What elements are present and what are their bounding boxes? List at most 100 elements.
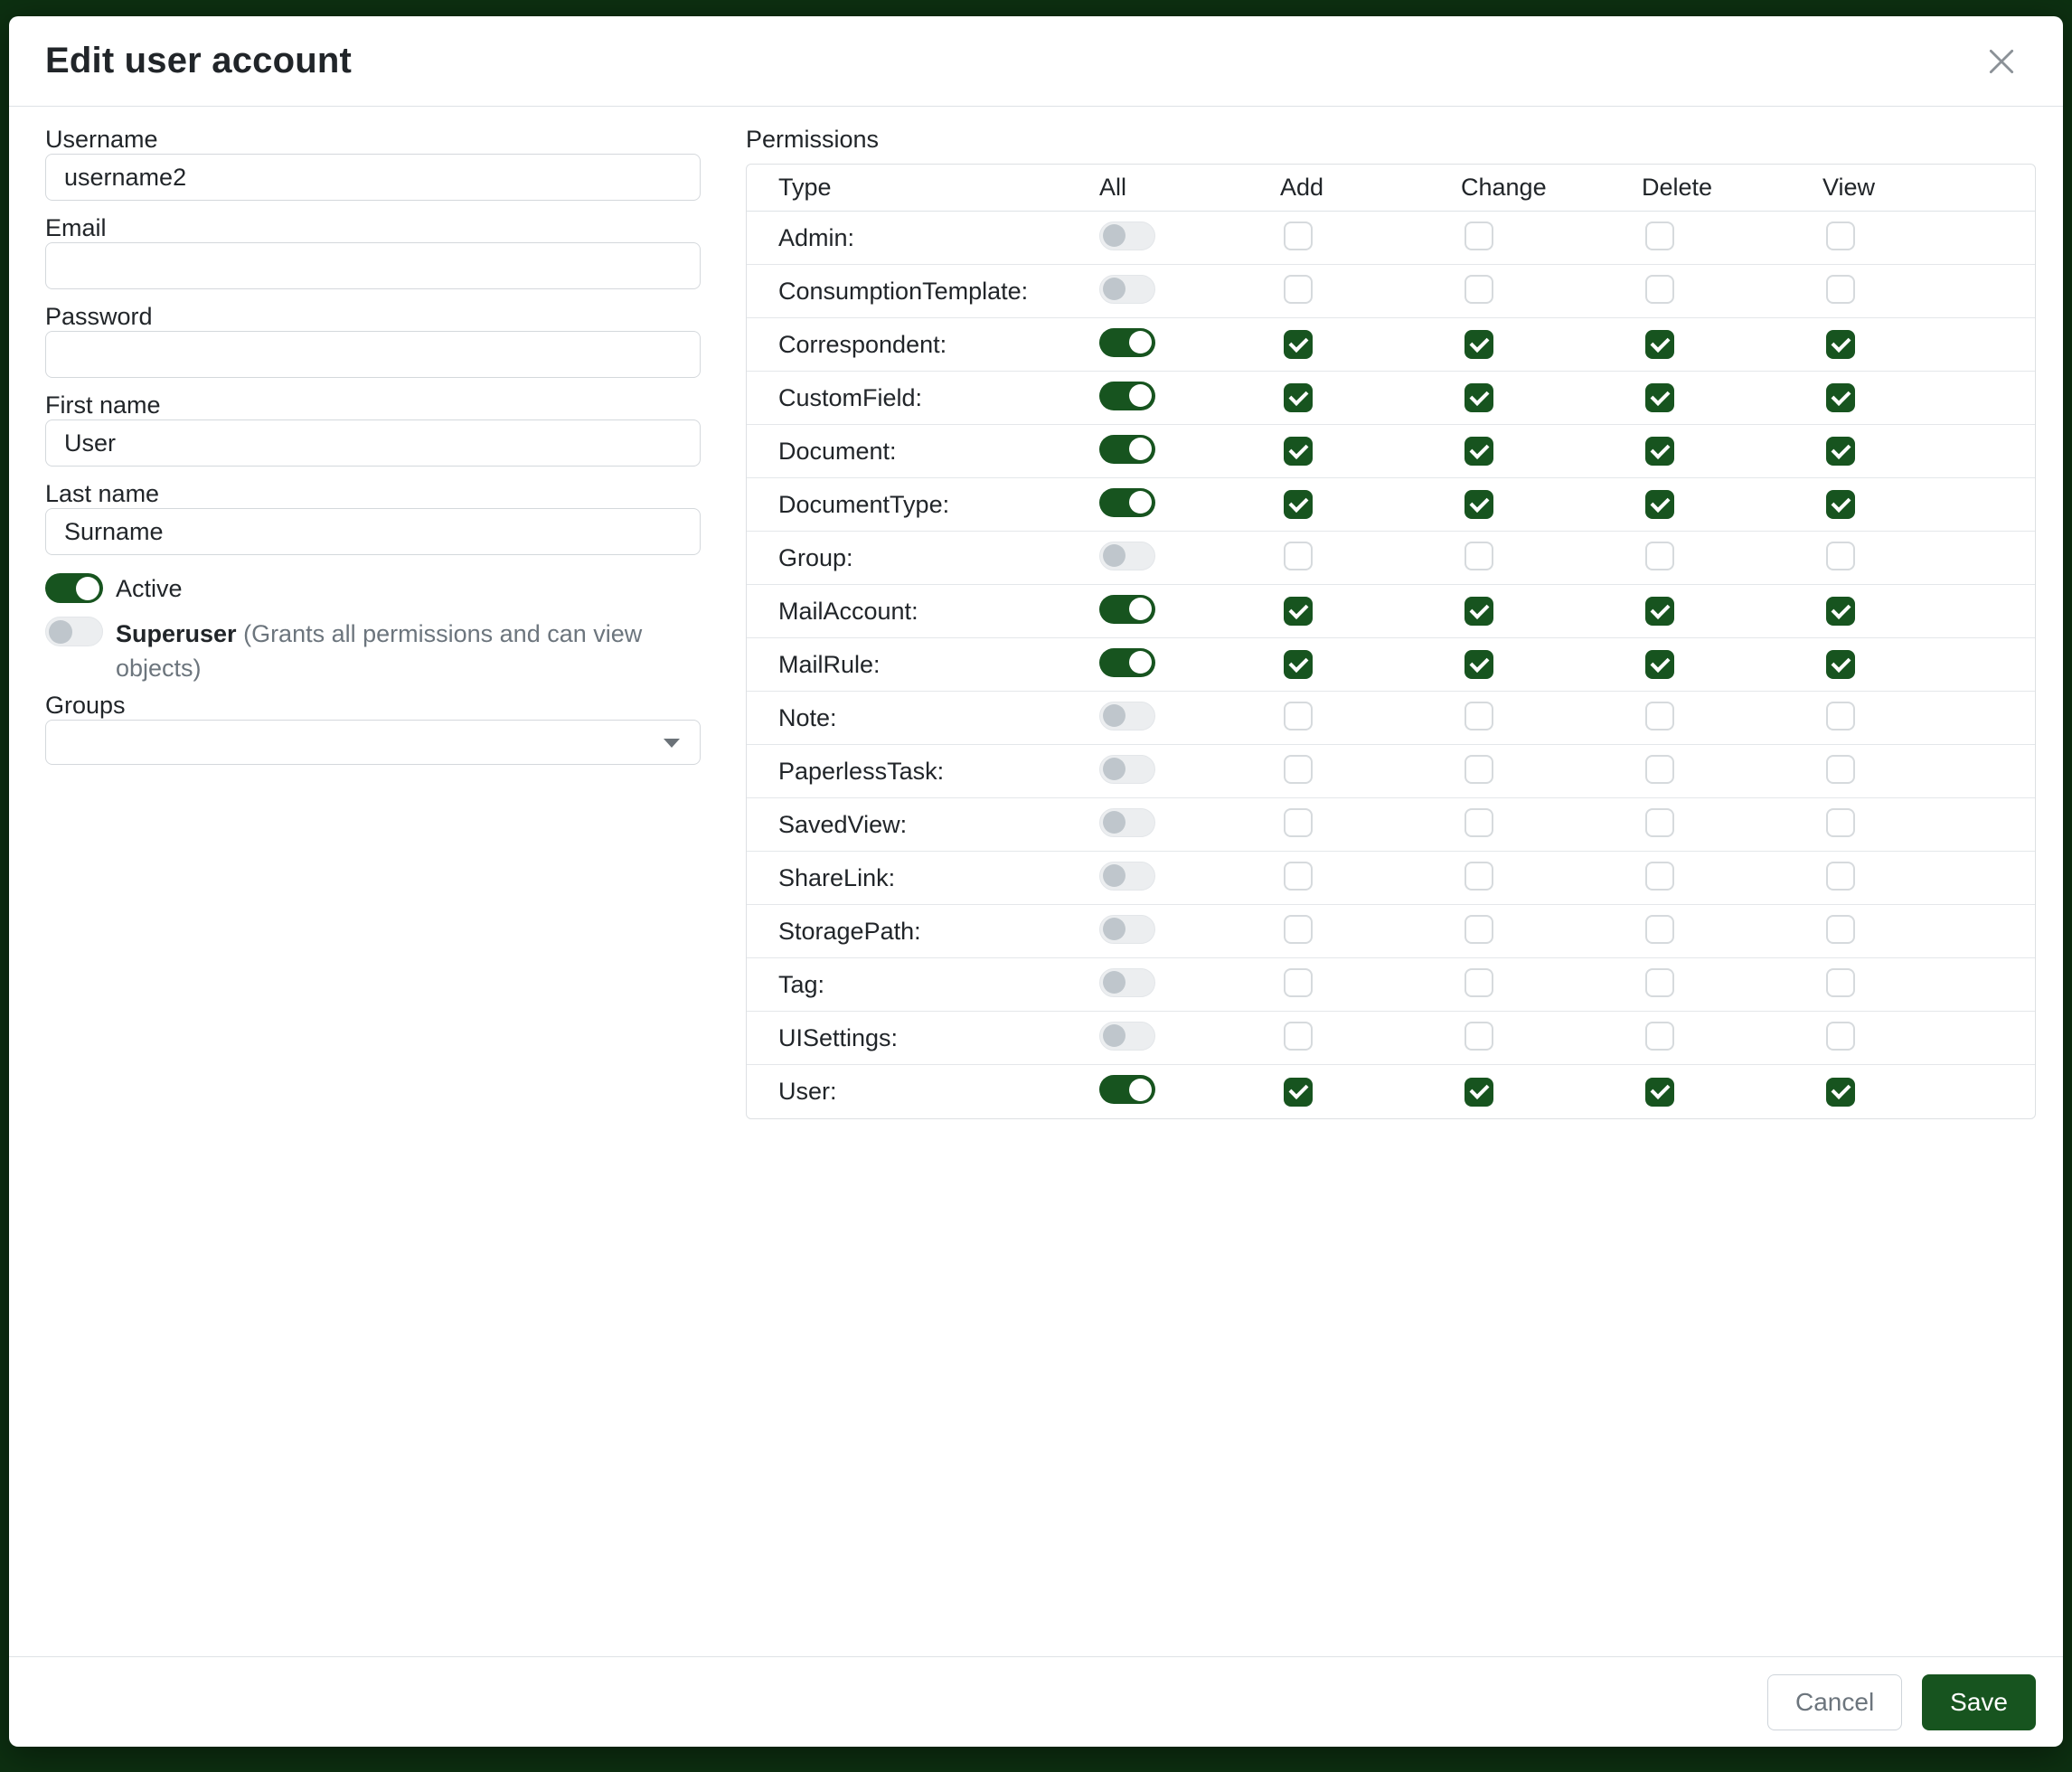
- close-icon-glyph: [1983, 43, 2020, 80]
- permission-delete-checkbox[interactable]: [1645, 702, 1674, 730]
- permission-view-checkbox[interactable]: [1826, 862, 1855, 891]
- permission-all-toggle[interactable]: [1099, 648, 1155, 677]
- permission-delete-checkbox[interactable]: [1645, 597, 1674, 626]
- permission-add-checkbox[interactable]: [1284, 968, 1313, 997]
- permission-change-checkbox[interactable]: [1465, 968, 1493, 997]
- permission-all-toggle[interactable]: [1099, 435, 1155, 464]
- permission-change-checkbox[interactable]: [1465, 915, 1493, 944]
- permission-add-checkbox[interactable]: [1284, 437, 1313, 466]
- cancel-button[interactable]: Cancel: [1767, 1674, 1902, 1730]
- last-name-field[interactable]: [45, 508, 701, 555]
- permission-delete-checkbox[interactable]: [1645, 542, 1674, 570]
- permission-change-checkbox[interactable]: [1465, 862, 1493, 891]
- permission-delete-checkbox[interactable]: [1645, 222, 1674, 250]
- permission-all-toggle[interactable]: [1099, 275, 1155, 304]
- permission-all-toggle[interactable]: [1099, 382, 1155, 410]
- permission-add-checkbox[interactable]: [1284, 490, 1313, 519]
- permission-all-toggle[interactable]: [1099, 1022, 1155, 1051]
- permission-change-checkbox[interactable]: [1465, 330, 1493, 359]
- permission-change-checkbox[interactable]: [1465, 490, 1493, 519]
- permission-add-checkbox[interactable]: [1284, 755, 1313, 784]
- table-row: CustomField:: [747, 372, 2035, 425]
- permission-view-checkbox[interactable]: [1826, 275, 1855, 304]
- permission-add-checkbox[interactable]: [1284, 542, 1313, 570]
- permission-delete-checkbox[interactable]: [1645, 383, 1674, 412]
- permission-view-checkbox[interactable]: [1826, 383, 1855, 412]
- permission-add-checkbox[interactable]: [1284, 597, 1313, 626]
- permission-add-checkbox[interactable]: [1284, 1022, 1313, 1051]
- permission-view-checkbox[interactable]: [1826, 330, 1855, 359]
- permission-view-checkbox[interactable]: [1826, 755, 1855, 784]
- permission-delete-checkbox[interactable]: [1645, 330, 1674, 359]
- permission-add-checkbox[interactable]: [1284, 862, 1313, 891]
- permission-all-toggle[interactable]: [1099, 488, 1155, 517]
- permission-add-checkbox[interactable]: [1284, 915, 1313, 944]
- permission-add-checkbox[interactable]: [1284, 330, 1313, 359]
- permission-view-checkbox[interactable]: [1826, 915, 1855, 944]
- password-field[interactable]: [45, 331, 701, 378]
- permission-add-checkbox[interactable]: [1284, 222, 1313, 250]
- permission-add-checkbox[interactable]: [1284, 275, 1313, 304]
- groups-select[interactable]: [45, 720, 701, 765]
- permission-all-toggle[interactable]: [1099, 328, 1155, 357]
- permission-change-checkbox[interactable]: [1465, 597, 1493, 626]
- first-name-field[interactable]: [45, 419, 701, 467]
- permission-view-checkbox[interactable]: [1826, 1078, 1855, 1107]
- superuser-toggle[interactable]: [45, 617, 103, 646]
- permission-all-toggle[interactable]: [1099, 808, 1155, 837]
- permission-delete-checkbox[interactable]: [1645, 275, 1674, 304]
- permission-view-checkbox[interactable]: [1826, 650, 1855, 679]
- permission-delete-checkbox[interactable]: [1645, 915, 1674, 944]
- permission-all-toggle[interactable]: [1099, 968, 1155, 997]
- permission-all-toggle[interactable]: [1099, 222, 1155, 250]
- permission-delete-checkbox[interactable]: [1645, 437, 1674, 466]
- permission-all-toggle[interactable]: [1099, 595, 1155, 624]
- permission-view-checkbox[interactable]: [1826, 437, 1855, 466]
- permission-delete-checkbox[interactable]: [1645, 490, 1674, 519]
- permission-change-checkbox[interactable]: [1465, 542, 1493, 570]
- permission-delete-checkbox[interactable]: [1645, 862, 1674, 891]
- permission-view-checkbox[interactable]: [1826, 597, 1855, 626]
- permission-all-toggle[interactable]: [1099, 915, 1155, 944]
- email-field[interactable]: [45, 242, 701, 289]
- permission-change-checkbox[interactable]: [1465, 1078, 1493, 1107]
- permission-change-checkbox[interactable]: [1465, 702, 1493, 730]
- permission-view-checkbox[interactable]: [1826, 702, 1855, 730]
- permission-view-checkbox[interactable]: [1826, 808, 1855, 837]
- permission-all-toggle[interactable]: [1099, 862, 1155, 891]
- permission-view-checkbox[interactable]: [1826, 542, 1855, 570]
- permission-delete-checkbox[interactable]: [1645, 650, 1674, 679]
- permission-change-checkbox[interactable]: [1465, 222, 1493, 250]
- permission-view-checkbox[interactable]: [1826, 490, 1855, 519]
- permission-all-toggle[interactable]: [1099, 755, 1155, 784]
- permission-type: Group:: [778, 544, 1099, 572]
- permission-delete-checkbox[interactable]: [1645, 1078, 1674, 1107]
- permission-all-cell: [1099, 1022, 1280, 1055]
- active-toggle[interactable]: [45, 573, 103, 603]
- permission-all-toggle[interactable]: [1099, 1075, 1155, 1104]
- permission-add-checkbox[interactable]: [1284, 808, 1313, 837]
- permission-add-checkbox[interactable]: [1284, 1078, 1313, 1107]
- username-field[interactable]: [45, 154, 701, 201]
- save-button[interactable]: Save: [1922, 1674, 2036, 1730]
- permission-change-checkbox[interactable]: [1465, 1022, 1493, 1051]
- permission-delete-checkbox[interactable]: [1645, 808, 1674, 837]
- permission-delete-checkbox[interactable]: [1645, 968, 1674, 997]
- permission-change-checkbox[interactable]: [1465, 808, 1493, 837]
- permission-view-checkbox[interactable]: [1826, 968, 1855, 997]
- permission-delete-checkbox[interactable]: [1645, 755, 1674, 784]
- permission-change-checkbox[interactable]: [1465, 383, 1493, 412]
- permission-all-toggle[interactable]: [1099, 702, 1155, 730]
- permission-change-checkbox[interactable]: [1465, 650, 1493, 679]
- permission-delete-checkbox[interactable]: [1645, 1022, 1674, 1051]
- permission-change-checkbox[interactable]: [1465, 275, 1493, 304]
- permission-all-toggle[interactable]: [1099, 542, 1155, 570]
- permission-change-checkbox[interactable]: [1465, 437, 1493, 466]
- permission-view-checkbox[interactable]: [1826, 1022, 1855, 1051]
- close-icon[interactable]: [1976, 36, 2027, 87]
- permission-add-checkbox[interactable]: [1284, 383, 1313, 412]
- permission-add-checkbox[interactable]: [1284, 650, 1313, 679]
- permission-view-checkbox[interactable]: [1826, 222, 1855, 250]
- permission-add-checkbox[interactable]: [1284, 702, 1313, 730]
- permission-change-checkbox[interactable]: [1465, 755, 1493, 784]
